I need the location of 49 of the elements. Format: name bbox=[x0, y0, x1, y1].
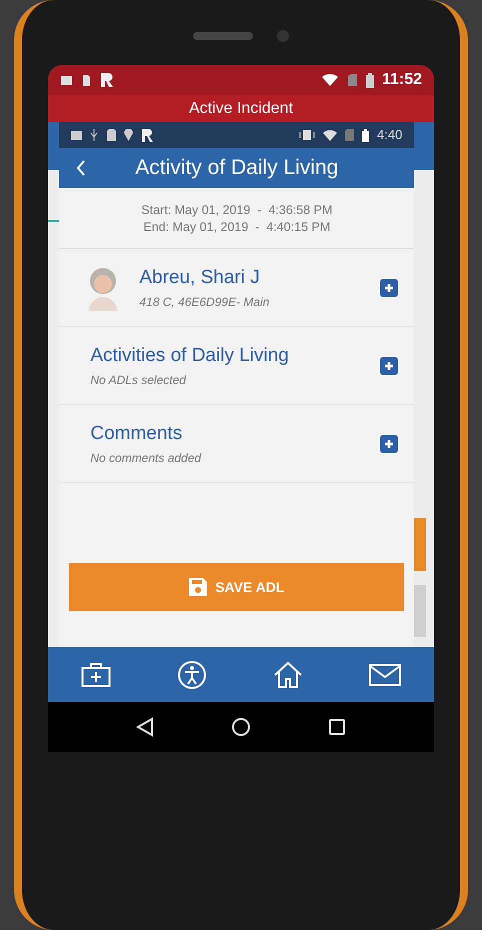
no-sim-icon bbox=[345, 129, 354, 141]
image-icon bbox=[60, 74, 73, 86]
first-aid-kit-icon[interactable] bbox=[81, 662, 111, 688]
location-pin-icon bbox=[124, 129, 134, 141]
wifi-icon bbox=[320, 73, 339, 87]
r-logo-icon bbox=[99, 72, 115, 88]
status-time: 11:52 bbox=[382, 70, 422, 90]
home-circle-icon[interactable] bbox=[230, 717, 251, 737]
accessibility-icon[interactable] bbox=[177, 660, 207, 690]
home-icon[interactable] bbox=[273, 660, 303, 688]
plus-icon bbox=[384, 360, 394, 370]
add-button[interactable] bbox=[380, 356, 398, 374]
camera-lens bbox=[277, 30, 289, 42]
speaker-grille bbox=[193, 32, 253, 40]
end-time: End: May 01, 2019 - 4:40:15 PM bbox=[143, 219, 330, 236]
section-title: Activities of Daily Living bbox=[90, 344, 290, 368]
button-edge bbox=[414, 518, 426, 571]
section-title: Comments bbox=[90, 422, 184, 446]
status-time: 4:40 bbox=[377, 126, 402, 144]
wifi-icon bbox=[323, 130, 338, 140]
section-subtitle: No ADLs selected bbox=[90, 372, 188, 389]
mail-icon[interactable] bbox=[369, 662, 401, 686]
battery-icon bbox=[366, 72, 374, 88]
battery-icon bbox=[362, 128, 370, 142]
no-sim-icon bbox=[346, 73, 358, 87]
plus-icon bbox=[384, 282, 394, 292]
section-row[interactable]: Comments No comments added bbox=[59, 405, 414, 483]
patient-location: 418 C, 46E6D99E- Main bbox=[139, 294, 270, 311]
r-logo-icon bbox=[141, 128, 156, 142]
vibrate-icon bbox=[299, 129, 316, 141]
usb-icon bbox=[90, 129, 100, 141]
screen-title: Activity of Daily Living bbox=[134, 155, 340, 182]
section-subtitle: No comments added bbox=[90, 450, 202, 467]
section-row[interactable]: Activities of Daily Living No ADLs selected bbox=[59, 327, 414, 405]
back-triangle-icon[interactable] bbox=[136, 717, 154, 737]
back-icon bbox=[76, 159, 86, 177]
sd-card-icon bbox=[107, 129, 116, 141]
tab-indicator bbox=[48, 220, 60, 222]
plus-icon bbox=[384, 438, 394, 448]
start-time: Start: May 01, 2019 - 4:36:58 PM bbox=[141, 202, 332, 219]
sd-card-icon bbox=[81, 74, 91, 86]
incident-banner: Active Incident bbox=[48, 95, 434, 122]
add-button[interactable] bbox=[380, 278, 398, 296]
add-button[interactable] bbox=[380, 434, 398, 452]
recents-square-icon[interactable] bbox=[328, 718, 346, 736]
patient-name: Abreu, Shari J bbox=[139, 266, 261, 290]
patient-row[interactable]: Abreu, Shari J 418 C, 46E6D99E- Main bbox=[59, 249, 414, 327]
image-icon bbox=[71, 130, 82, 140]
scroll-bar bbox=[414, 585, 426, 637]
